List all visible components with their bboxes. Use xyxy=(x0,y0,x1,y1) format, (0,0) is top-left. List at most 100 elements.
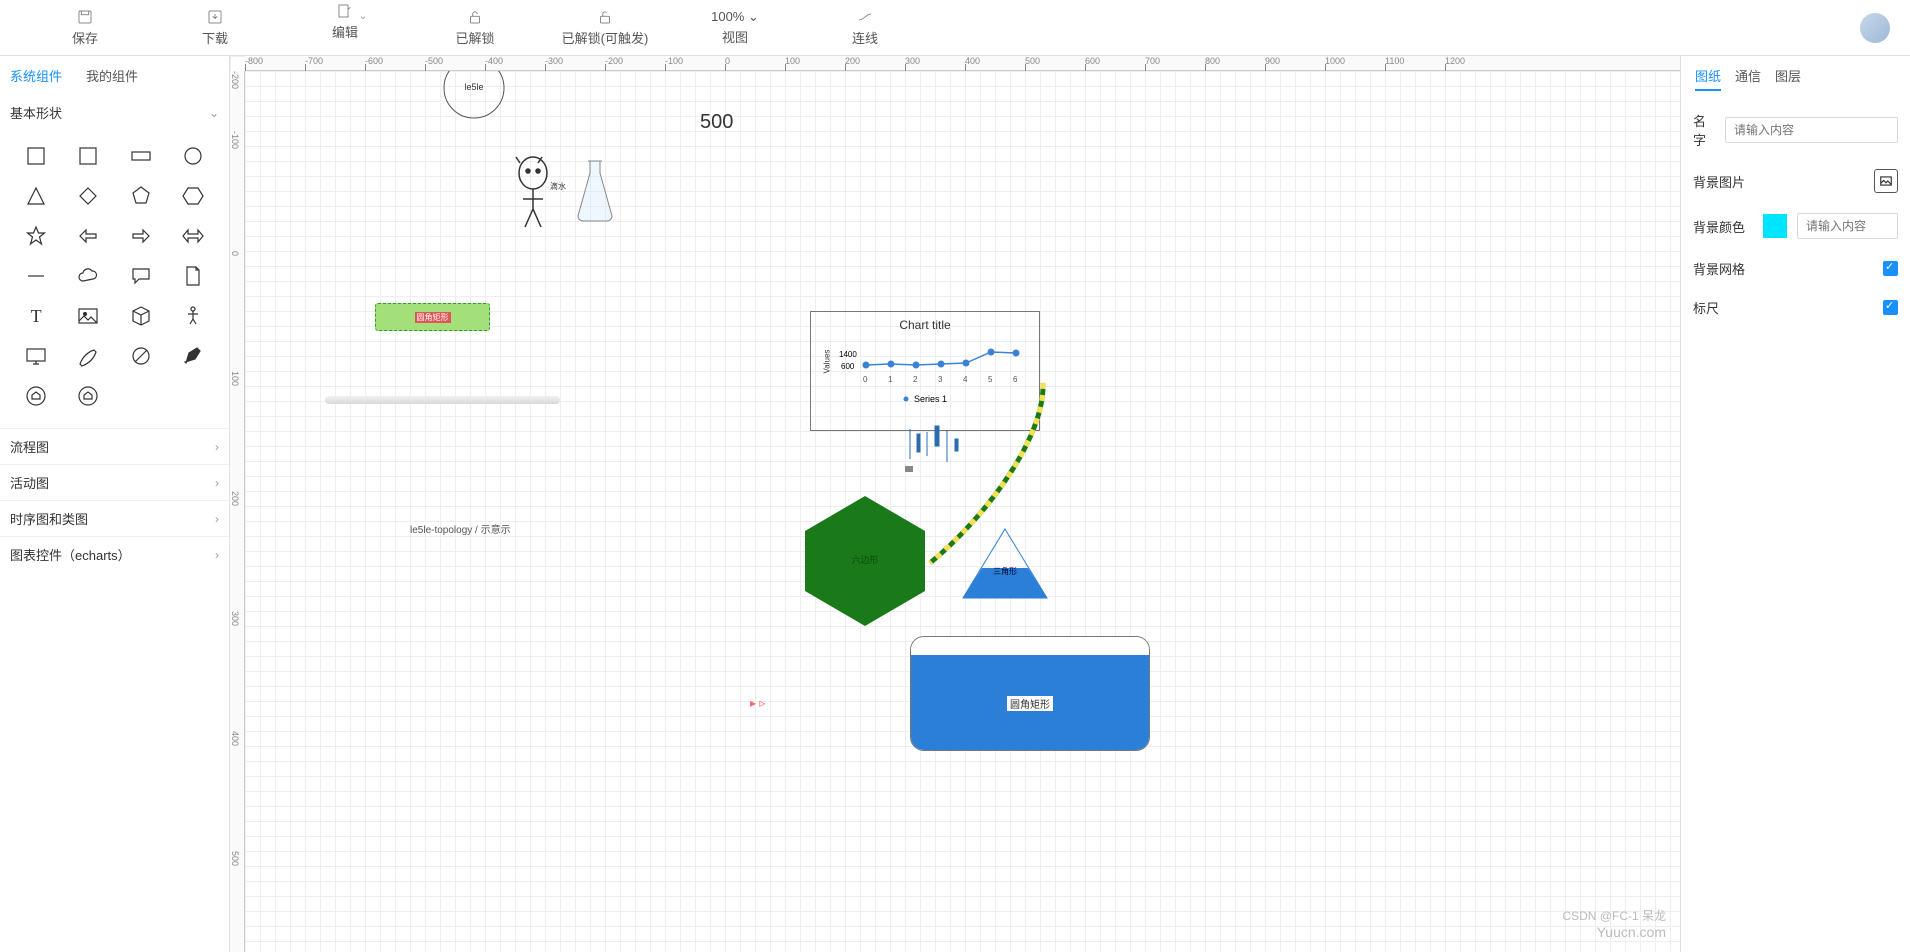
avatar[interactable] xyxy=(1860,13,1890,43)
tab-comm[interactable]: 通信 xyxy=(1735,66,1761,91)
shape-square-alt[interactable] xyxy=(62,136,114,176)
section-basic-shapes[interactable]: 基本形状 ⌄ xyxy=(0,95,229,130)
tab-paper[interactable]: 图纸 xyxy=(1695,66,1721,91)
svg-text:0: 0 xyxy=(863,375,868,384)
shape-image[interactable] xyxy=(62,296,114,336)
shape-rectangle[interactable] xyxy=(115,136,167,176)
shape-comment[interactable] xyxy=(115,256,167,296)
shape-arrow-bi[interactable] xyxy=(167,216,219,256)
shape-document[interactable] xyxy=(167,256,219,296)
shape-circle[interactable] xyxy=(167,136,219,176)
image-icon xyxy=(1879,174,1893,188)
svg-text:1: 1 xyxy=(888,375,893,384)
lock-button[interactable]: 已解锁 xyxy=(410,8,540,47)
svg-text:1400: 1400 xyxy=(839,350,857,359)
chevron-right-icon: › xyxy=(215,548,219,562)
svg-text:2: 2 xyxy=(913,375,918,384)
shape-cloud[interactable] xyxy=(62,256,114,296)
bg-color-input[interactable] xyxy=(1797,213,1898,239)
canvas-blue-rect-label: 圆角矩形 xyxy=(1007,696,1053,711)
line-label: 连线 xyxy=(852,28,878,47)
grid-checkbox[interactable] xyxy=(1883,261,1898,276)
save-icon xyxy=(76,8,94,26)
canvas-marks[interactable]: ▸ ▹ xyxy=(750,696,765,710)
chevron-down-icon: ⌄ xyxy=(359,11,367,22)
shape-star[interactable] xyxy=(10,216,62,256)
canvas-text-500[interactable]: 500 xyxy=(700,111,733,134)
lock-open-icon xyxy=(596,8,614,26)
svg-text:600: 600 xyxy=(841,362,855,371)
save-label: 保存 xyxy=(72,28,98,47)
canvas-drip-label: 滴水 xyxy=(550,181,566,192)
bg-image-button[interactable] xyxy=(1874,169,1898,193)
download-button[interactable]: 下载 xyxy=(150,8,280,47)
canvas-hexagon-label: 六边形 xyxy=(795,553,935,566)
shape-square[interactable] xyxy=(10,136,62,176)
section-activity[interactable]: 活动图› xyxy=(0,464,229,500)
view-button[interactable]: 100% ⌄ 视图 xyxy=(670,9,800,46)
name-input[interactable] xyxy=(1725,117,1898,143)
csdn-watermark: CSDN @FC-1 呆龙 xyxy=(1562,907,1666,924)
canvas-green-rect[interactable]: 圆角矩形 xyxy=(375,303,490,331)
shape-pen2[interactable] xyxy=(167,336,219,376)
prop-ruler-label: 标尺 xyxy=(1693,298,1753,317)
right-panel: 图纸 通信 图层 名字 背景图片 背景颜色 背景网格 标尺 xyxy=(1680,56,1910,952)
shape-home1[interactable] xyxy=(10,376,62,416)
shape-line[interactable] xyxy=(10,256,62,296)
canvas-gradient-bar[interactable] xyxy=(325,396,560,404)
canvas-blue-rect[interactable]: 圆角矩形 xyxy=(910,636,1150,751)
chevron-right-icon: › xyxy=(215,440,219,454)
shape-diamond[interactable] xyxy=(62,176,114,216)
tab-system-components[interactable]: 系统组件 xyxy=(10,66,62,85)
download-icon xyxy=(206,8,224,26)
prop-bgcolor-label: 背景颜色 xyxy=(1693,217,1753,236)
shape-arrow-left[interactable] xyxy=(62,216,114,256)
shape-pen[interactable] xyxy=(62,336,114,376)
chart-title: Chart title xyxy=(811,312,1039,338)
canvas-cartoon[interactable]: 滴水 xyxy=(508,151,568,234)
tab-my-components[interactable]: 我的组件 xyxy=(86,66,138,85)
edit-label: 编辑 xyxy=(332,22,358,41)
tab-layer[interactable]: 图层 xyxy=(1775,66,1801,91)
lock-trigger-label: 已解锁(可触发) xyxy=(562,28,649,47)
edit-button[interactable]: 编辑 ⌄ xyxy=(280,2,410,54)
ruler-checkbox[interactable] xyxy=(1883,300,1898,315)
section-sequence[interactable]: 时序图和类图› xyxy=(0,500,229,536)
shape-text[interactable]: T xyxy=(10,296,62,336)
shape-person[interactable] xyxy=(167,296,219,336)
chevron-right-icon: › xyxy=(215,476,219,490)
canvas-triangle[interactable]: 三角形 xyxy=(960,526,1050,604)
ruler-horizontal: -800-700-600-500-400-300-200-10001002003… xyxy=(245,56,1680,71)
shape-home2[interactable] xyxy=(62,376,114,416)
shape-pentagon[interactable] xyxy=(115,176,167,216)
canvas[interactable]: -800-700-600-500-400-300-200-10001002003… xyxy=(230,56,1680,952)
curve-icon xyxy=(856,8,874,26)
chevron-down-icon: ⌄ xyxy=(209,106,219,120)
shape-monitor[interactable] xyxy=(10,336,62,376)
left-panel: 系统组件 我的组件 基本形状 ⌄ T xyxy=(0,56,230,952)
lock-trigger-button[interactable]: 已解锁(可触发) xyxy=(540,8,670,47)
view-label: 视图 xyxy=(722,27,748,46)
canvas-flask[interactable] xyxy=(570,156,620,229)
section-flowchart[interactable]: 流程图› xyxy=(0,428,229,464)
line-button[interactable]: 连线 xyxy=(800,8,930,47)
watermark: Yuucn.com xyxy=(1597,924,1666,940)
prop-name-label: 名字 xyxy=(1693,111,1715,149)
section-charts[interactable]: 图表控件（echarts）› xyxy=(0,536,229,572)
shape-cube[interactable] xyxy=(115,296,167,336)
canvas-link-text[interactable]: le5le-topology / 示意示 xyxy=(410,521,511,536)
canvas-triangle-label: 三角形 xyxy=(960,566,1050,577)
canvas-green-rect-label: 圆角矩形 xyxy=(415,312,451,323)
download-label: 下载 xyxy=(202,28,228,47)
lock-icon xyxy=(466,8,484,26)
canvas-hexagon[interactable]: 六边形 xyxy=(795,491,935,634)
bg-color-swatch[interactable] xyxy=(1763,214,1787,238)
shape-hexagon[interactable] xyxy=(167,176,219,216)
prop-grid-label: 背景网格 xyxy=(1693,259,1753,278)
shape-target[interactable] xyxy=(115,336,167,376)
shape-arrow-right[interactable] xyxy=(115,216,167,256)
shapes-grid: T xyxy=(0,130,229,428)
save-button[interactable]: 保存 xyxy=(20,8,150,47)
shape-triangle[interactable] xyxy=(10,176,62,216)
ruler-vertical: -200-1000100200300400500600700800 xyxy=(230,71,245,952)
